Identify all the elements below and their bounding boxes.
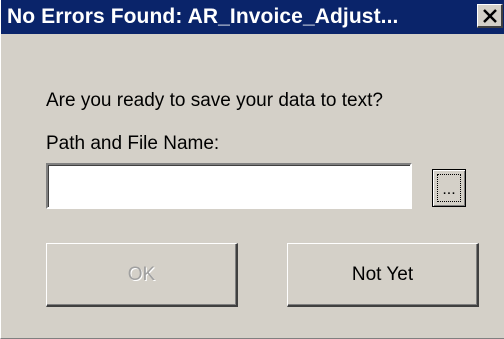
close-button[interactable] — [477, 4, 503, 28]
title-bar: No Errors Found: AR_Invoice_Adjust... — [1, 0, 504, 34]
save-prompt-text: Are you ready to save your data to text? — [46, 90, 383, 111]
not-yet-button[interactable]: Not Yet — [287, 243, 479, 307]
ok-button[interactable]: OK — [46, 243, 238, 307]
browse-button[interactable]: ... — [432, 169, 466, 207]
browse-button-label: ... — [437, 174, 461, 202]
close-icon — [482, 8, 497, 23]
path-label: Path and File Name: — [46, 133, 220, 154]
path-file-name-input[interactable] — [46, 163, 412, 209]
save-dialog: No Errors Found: AR_Invoice_Adjust... Ar… — [0, 0, 504, 339]
window-title: No Errors Found: AR_Invoice_Adjust... — [7, 5, 399, 28]
